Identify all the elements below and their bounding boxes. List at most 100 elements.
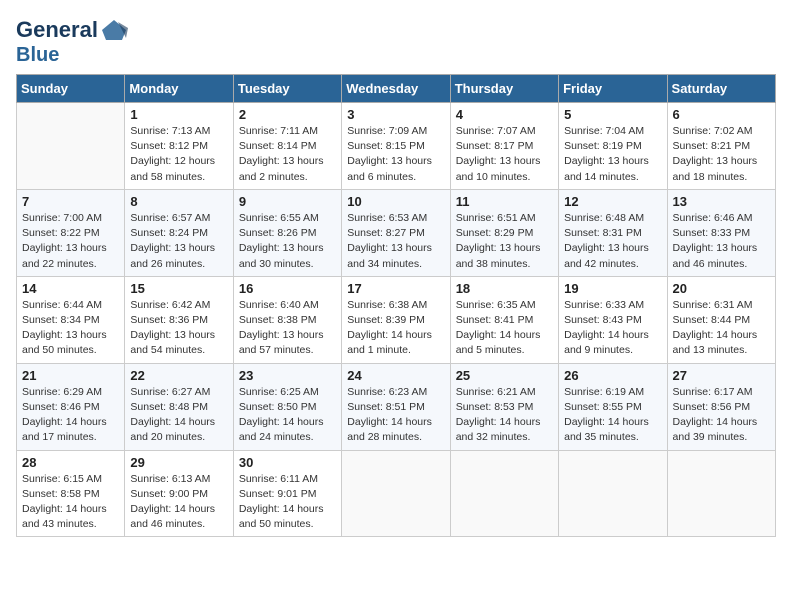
day-number: 27 [673,368,770,383]
day-number: 17 [347,281,444,296]
day-number: 25 [456,368,553,383]
day-info: Sunrise: 6:17 AM Sunset: 8:56 PM Dayligh… [673,385,770,446]
day-info: Sunrise: 6:33 AM Sunset: 8:43 PM Dayligh… [564,298,661,359]
day-info: Sunrise: 6:53 AM Sunset: 8:27 PM Dayligh… [347,211,444,272]
day-cell: 20 Sunrise: 6:31 AM Sunset: 8:44 PM Dayli… [667,276,775,363]
day-cell: 16Sunrise: 6:40 AM Sunset: 8:38 PM Dayli… [233,276,341,363]
week-row-4: 21 Sunrise: 6:29 AM Sunset: 8:46 PM Dayli… [17,363,776,450]
day-cell: 2Sunrise: 7:11 AM Sunset: 8:14 PM Daylig… [233,103,341,190]
day-number: 11 [456,194,553,209]
weekday-header-monday: Monday [125,75,233,103]
week-row-3: 14Sunrise: 6:44 AM Sunset: 8:34 PM Dayli… [17,276,776,363]
day-number: 6 [673,107,770,122]
day-cell: 24Sunrise: 6:23 AM Sunset: 8:51 PM Dayli… [342,363,450,450]
day-info: Sunrise: 6:23 AM Sunset: 8:51 PM Dayligh… [347,385,444,446]
weekday-header-saturday: Saturday [667,75,775,103]
day-info: Sunrise: 6:11 AM Sunset: 9:01 PM Dayligh… [239,472,336,533]
page-header: General Blue [16,16,776,66]
day-cell: 14Sunrise: 6:44 AM Sunset: 8:34 PM Dayli… [17,276,125,363]
day-number: 29 [130,455,227,470]
day-info: Sunrise: 7:11 AM Sunset: 8:14 PM Dayligh… [239,124,336,185]
day-info: Sunrise: 6:25 AM Sunset: 8:50 PM Dayligh… [239,385,336,446]
weekday-header-tuesday: Tuesday [233,75,341,103]
week-row-5: 28 Sunrise: 6:15 AM Sunset: 8:58 PM Dayli… [17,450,776,537]
day-info: Sunrise: 7:04 AM Sunset: 8:19 PM Dayligh… [564,124,661,185]
day-info: Sunrise: 7:02 AM Sunset: 8:21 PM Dayligh… [673,124,770,185]
day-number: 28 [22,455,119,470]
day-cell: 21 Sunrise: 6:29 AM Sunset: 8:46 PM Dayli… [17,363,125,450]
day-info: Sunrise: 7:00 AM Sunset: 8:22 PM Dayligh… [22,211,119,272]
day-cell: 18Sunrise: 6:35 AM Sunset: 8:41 PM Dayli… [450,276,558,363]
day-cell: 25 Sunrise: 6:21 AM Sunset: 8:53 PM Dayli… [450,363,558,450]
day-number: 4 [456,107,553,122]
day-info: Sunrise: 7:09 AM Sunset: 8:15 PM Dayligh… [347,124,444,185]
day-number: 12 [564,194,661,209]
day-cell: 19 Sunrise: 6:33 AM Sunset: 8:43 PM Dayli… [559,276,667,363]
day-cell: 22 Sunrise: 6:27 AM Sunset: 8:48 PM Dayli… [125,363,233,450]
day-cell [17,103,125,190]
day-info: Sunrise: 6:40 AM Sunset: 8:38 PM Dayligh… [239,298,336,359]
weekday-header-row: SundayMondayTuesdayWednesdayThursdayFrid… [17,75,776,103]
week-row-2: 7 Sunrise: 7:00 AM Sunset: 8:22 PM Daylig… [17,189,776,276]
day-info: Sunrise: 6:19 AM Sunset: 8:55 PM Dayligh… [564,385,661,446]
day-cell: 10 Sunrise: 6:53 AM Sunset: 8:27 PM Dayli… [342,189,450,276]
day-info: Sunrise: 6:55 AM Sunset: 8:26 PM Dayligh… [239,211,336,272]
day-number: 30 [239,455,336,470]
day-cell: 1Sunrise: 7:13 AM Sunset: 8:12 PM Daylig… [125,103,233,190]
day-number: 23 [239,368,336,383]
day-info: Sunrise: 6:27 AM Sunset: 8:48 PM Dayligh… [130,385,227,446]
day-number: 21 [22,368,119,383]
calendar-table: SundayMondayTuesdayWednesdayThursdayFrid… [16,74,776,537]
day-number: 8 [130,194,227,209]
day-cell: 17 Sunrise: 6:38 AM Sunset: 8:39 PM Dayli… [342,276,450,363]
day-info: Sunrise: 6:15 AM Sunset: 8:58 PM Dayligh… [22,472,119,533]
logo-icon [100,16,128,44]
day-cell: 29 Sunrise: 6:13 AM Sunset: 9:00 PM Dayli… [125,450,233,537]
day-cell: 8 Sunrise: 6:57 AM Sunset: 8:24 PM Daylig… [125,189,233,276]
day-info: Sunrise: 6:42 AM Sunset: 8:36 PM Dayligh… [130,298,227,359]
day-number: 22 [130,368,227,383]
day-cell [667,450,775,537]
weekday-header-sunday: Sunday [17,75,125,103]
weekday-header-thursday: Thursday [450,75,558,103]
day-info: Sunrise: 6:29 AM Sunset: 8:46 PM Dayligh… [22,385,119,446]
day-cell: 26Sunrise: 6:19 AM Sunset: 8:55 PM Dayli… [559,363,667,450]
day-number: 3 [347,107,444,122]
day-number: 7 [22,194,119,209]
logo-blue: Blue [16,44,128,66]
day-number: 14 [22,281,119,296]
day-info: Sunrise: 6:21 AM Sunset: 8:53 PM Dayligh… [456,385,553,446]
day-number: 9 [239,194,336,209]
day-number: 19 [564,281,661,296]
day-cell: 6 Sunrise: 7:02 AM Sunset: 8:21 PM Daylig… [667,103,775,190]
day-number: 5 [564,107,661,122]
day-info: Sunrise: 6:46 AM Sunset: 8:33 PM Dayligh… [673,211,770,272]
day-cell: 12Sunrise: 6:48 AM Sunset: 8:31 PM Dayli… [559,189,667,276]
day-info: Sunrise: 7:13 AM Sunset: 8:12 PM Dayligh… [130,124,227,185]
day-info: Sunrise: 6:31 AM Sunset: 8:44 PM Dayligh… [673,298,770,359]
day-info: Sunrise: 6:13 AM Sunset: 9:00 PM Dayligh… [130,472,227,533]
day-cell [559,450,667,537]
logo-text: General [16,18,98,42]
day-cell: 7 Sunrise: 7:00 AM Sunset: 8:22 PM Daylig… [17,189,125,276]
day-cell: 5 Sunrise: 7:04 AM Sunset: 8:19 PM Daylig… [559,103,667,190]
day-cell: 15Sunrise: 6:42 AM Sunset: 8:36 PM Dayli… [125,276,233,363]
day-cell: 28 Sunrise: 6:15 AM Sunset: 8:58 PM Dayli… [17,450,125,537]
day-cell: 27 Sunrise: 6:17 AM Sunset: 8:56 PM Dayli… [667,363,775,450]
calendar-body: 1Sunrise: 7:13 AM Sunset: 8:12 PM Daylig… [17,103,776,537]
day-cell: 30 Sunrise: 6:11 AM Sunset: 9:01 PM Dayli… [233,450,341,537]
day-cell [342,450,450,537]
day-number: 13 [673,194,770,209]
day-number: 18 [456,281,553,296]
day-number: 10 [347,194,444,209]
day-cell: 4 Sunrise: 7:07 AM Sunset: 8:17 PM Daylig… [450,103,558,190]
day-info: Sunrise: 6:38 AM Sunset: 8:39 PM Dayligh… [347,298,444,359]
week-row-1: 1Sunrise: 7:13 AM Sunset: 8:12 PM Daylig… [17,103,776,190]
day-info: Sunrise: 7:07 AM Sunset: 8:17 PM Dayligh… [456,124,553,185]
day-cell: 9 Sunrise: 6:55 AM Sunset: 8:26 PM Daylig… [233,189,341,276]
day-cell: 23 Sunrise: 6:25 AM Sunset: 8:50 PM Dayli… [233,363,341,450]
day-number: 20 [673,281,770,296]
day-cell: 11Sunrise: 6:51 AM Sunset: 8:29 PM Dayli… [450,189,558,276]
day-cell: 13 Sunrise: 6:46 AM Sunset: 8:33 PM Dayli… [667,189,775,276]
day-info: Sunrise: 6:57 AM Sunset: 8:24 PM Dayligh… [130,211,227,272]
